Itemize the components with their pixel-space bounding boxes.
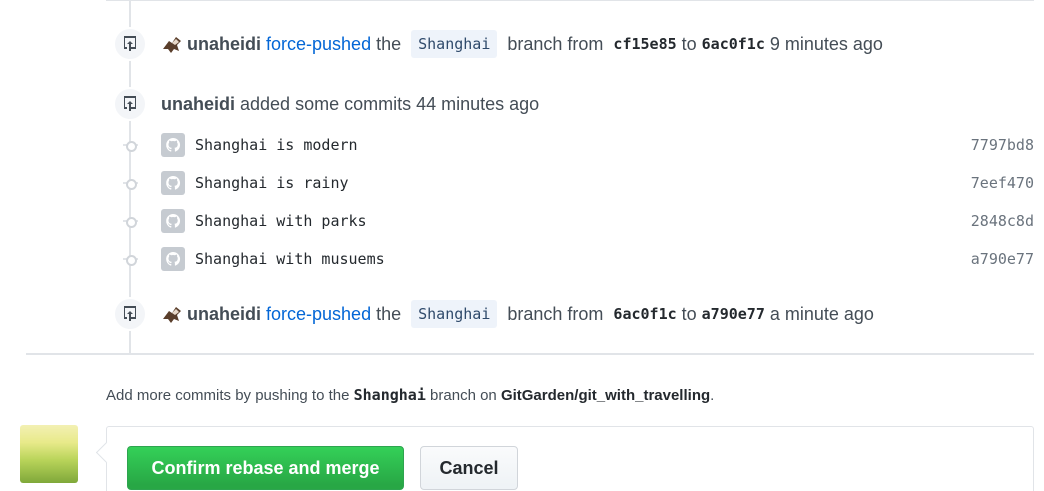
commit-sha[interactable]: 2848c8d [971,212,1034,230]
repo-push-icon [113,297,147,331]
actor-name[interactable]: unaheidi [187,34,261,55]
commit-sha[interactable]: 7797bd8 [971,136,1034,154]
actor-name[interactable]: unaheidi [161,94,235,115]
branch-name[interactable]: Shanghai [411,300,498,328]
hint-text: branch on [430,387,497,404]
confirm-rebase-merge-button[interactable]: Confirm rebase and merge [127,446,404,490]
repo-push-icon [113,27,147,61]
timeline-event-commits: unaheidi added some commits 44 minutes a… [113,87,544,121]
timeline-event-force-push: unaheidi force-pushed the Shanghai branc… [113,27,883,61]
github-octocat-icon[interactable] [161,171,185,195]
hint-text: . [710,387,715,404]
divider [26,353,1034,355]
event-text: branch from [507,33,604,54]
timestamp[interactable]: a minute ago [770,304,874,325]
commit-row: Shanghai with parks 2848c8d [113,207,1034,235]
divider [106,0,1034,1]
commit-message[interactable]: Shanghai is rainy [195,174,971,192]
from-sha-link[interactable]: cf15e85 [613,35,676,53]
timestamp[interactable]: 9 minutes ago [770,34,883,55]
hint-repo-link[interactable]: GitGarden/git_with_travelling [501,387,710,404]
commit-sha[interactable]: 7eef470 [971,174,1034,192]
timeline-event-force-push: unaheidi force-pushed the Shanghai branc… [113,297,874,331]
from-sha-link[interactable]: 6ac0f1c [613,305,676,323]
pull-request-timeline: unaheidi force-pushed the Shanghai branc… [0,0,1044,491]
commit-node-icon [113,169,147,197]
github-octocat-icon[interactable] [161,209,185,233]
to-sha-link[interactable]: 6ac0f1c [702,35,765,53]
github-octocat-icon[interactable] [161,133,185,157]
commit-message[interactable]: Shanghai with parks [195,212,971,230]
commit-message[interactable]: Shanghai with musuems [195,250,971,268]
force-pushed-link[interactable]: force-pushed [266,34,371,55]
commit-row: Shanghai with musuems a790e77 [113,245,1034,273]
commit-message[interactable]: Shanghai is modern [195,136,971,154]
actor-avatar[interactable] [161,303,183,325]
commit-node-icon [113,131,147,159]
event-text: added some commits 44 minutes ago [240,93,540,114]
event-text: the [376,33,402,54]
event-text: to [681,33,697,54]
commit-sha[interactable]: a790e77 [971,250,1034,268]
commit-row: Shanghai is modern 7797bd8 [113,131,1034,159]
event-text: branch from [507,303,604,324]
event-text: the [376,303,402,324]
commit-node-icon [113,245,147,273]
actor-avatar[interactable] [161,33,183,55]
hint-branch: Shanghai [353,386,426,404]
commit-row: Shanghai is rainy 7eef470 [113,169,1034,197]
merge-box: Confirm rebase and merge Cancel [106,426,1034,491]
avatar[interactable] [20,425,78,483]
push-hint: Add more commits by pushing to the Shang… [106,386,714,404]
hint-text: Add more commits by pushing to the [106,387,350,404]
to-sha-link[interactable]: a790e77 [702,305,765,323]
actor-name[interactable]: unaheidi [187,304,261,325]
github-octocat-icon[interactable] [161,247,185,271]
branch-name[interactable]: Shanghai [411,30,498,58]
cancel-button[interactable]: Cancel [420,446,518,490]
force-pushed-link[interactable]: force-pushed [266,304,371,325]
commit-node-icon [113,207,147,235]
event-text: to [681,303,697,324]
repo-push-icon [113,87,147,121]
